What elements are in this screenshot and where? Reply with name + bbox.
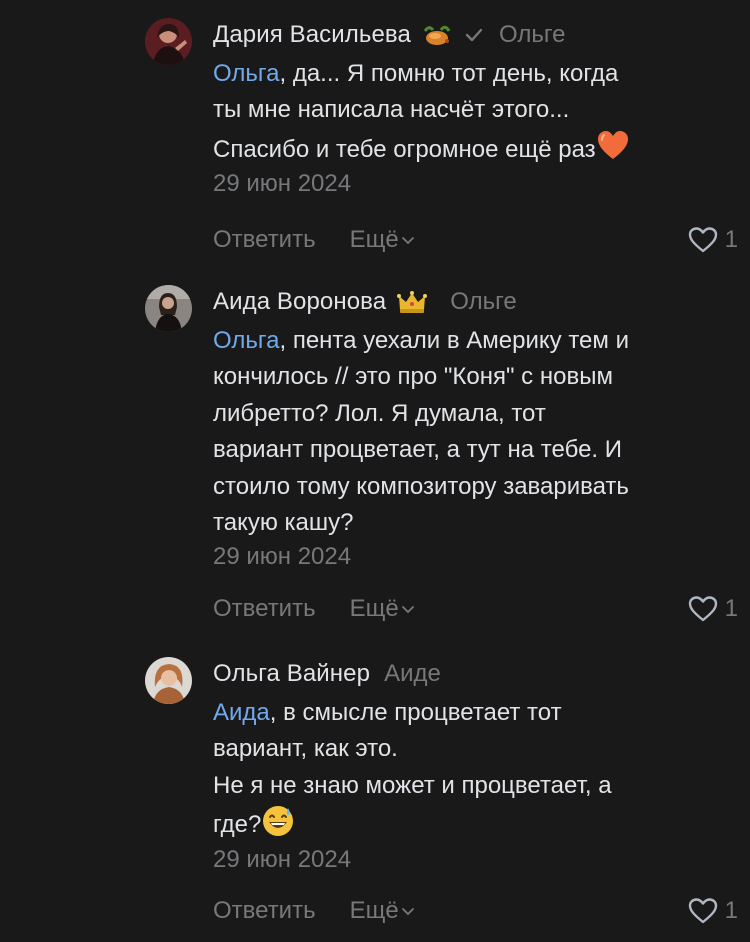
grinning-sweat-emoji <box>261 804 295 838</box>
mention-link[interactable]: Аида <box>213 699 270 726</box>
chevron-down-icon <box>401 237 414 245</box>
reply-button[interactable]: Ответить <box>213 226 316 254</box>
turkey-icon <box>421 21 453 49</box>
comment-date: 29 июн 2024 <box>213 170 352 198</box>
text-line: такую кашу? <box>213 509 354 537</box>
comment-date: 29 июн 2024 <box>213 543 352 571</box>
text-line: Не я не знаю может и процветает, а <box>213 771 612 799</box>
reply-to-link[interactable]: Ольге <box>450 288 516 316</box>
comment-text: Ольга, да... Я помню тот день, когда ты … <box>213 56 738 168</box>
comment-date: 29 июн 2024 <box>213 845 352 873</box>
chevron-down-icon <box>401 908 414 916</box>
comment-text: Ольга, пента уехали в Америку тем и конч… <box>213 323 738 541</box>
like-count: 1 <box>724 595 738 622</box>
text-line: вариант, как это. <box>213 735 398 763</box>
author-name[interactable]: Аида Воронова <box>213 288 386 316</box>
mention-link[interactable]: Ольга <box>213 327 279 354</box>
reply-arrow-icon <box>463 24 485 46</box>
like-button[interactable]: 1 <box>688 223 738 257</box>
orange-heart-emoji <box>596 129 630 163</box>
like-count: 1 <box>724 897 738 924</box>
reply-to-link[interactable]: Аиде <box>384 660 441 688</box>
heart-icon <box>688 596 717 622</box>
text-line: стоило тому композитору заваривать <box>213 472 629 500</box>
reply-button[interactable]: Ответить <box>213 595 316 623</box>
text-line: ты мне написала насчёт этого... <box>213 96 570 124</box>
comment-actions: Ответить Ещё 1 <box>213 592 738 626</box>
reply-button[interactable]: Ответить <box>213 897 316 925</box>
chevron-down-icon <box>401 606 414 614</box>
text-line: Спасибо и тебе огромное ещё раз <box>213 135 596 163</box>
more-button[interactable]: Ещё <box>350 595 415 623</box>
more-button[interactable]: Ещё <box>350 897 415 925</box>
text-line: либретто? Лол. Я думала, тот <box>213 399 546 427</box>
text-line: , да... Я помню тот день, когда <box>279 60 619 87</box>
like-button[interactable]: 1 <box>688 592 738 626</box>
avatar[interactable] <box>145 285 192 332</box>
author-name[interactable]: Ольга Вайнер <box>213 660 370 688</box>
heart-icon <box>688 227 717 253</box>
more-label: Ещё <box>349 595 399 622</box>
reply-to-link[interactable]: Ольге <box>499 21 565 49</box>
comments-list: Дария Васильева Ольге Ольга, да... Я пом… <box>0 0 750 942</box>
crown-icon <box>396 288 428 316</box>
comment-actions: Ответить Ещё 1 <box>213 223 738 257</box>
like-button[interactable]: 1 <box>688 894 738 928</box>
comment-actions: Ответить Ещё 1 <box>213 894 738 928</box>
text-line: где? <box>213 811 262 839</box>
more-label: Ещё <box>349 897 399 924</box>
avatar[interactable] <box>145 18 192 65</box>
author-name[interactable]: Дария Васильева <box>213 21 411 49</box>
text-line: , в смысле процветает тот <box>269 699 562 726</box>
heart-icon <box>688 898 717 924</box>
more-button[interactable]: Ещё <box>350 226 415 254</box>
mention-link[interactable]: Ольга <box>213 60 279 87</box>
text-line: вариант процветает, а тут на тебе. И <box>213 436 623 464</box>
avatar[interactable] <box>145 657 192 704</box>
like-count: 1 <box>724 226 738 253</box>
text-line: кончилось // это про "Коня" с новым <box>213 363 613 391</box>
comment-text: Аида, в смысле процветает тот вариант, к… <box>213 695 738 844</box>
text-line: , пента уехали в Америку тем и <box>279 327 629 354</box>
more-label: Ещё <box>349 226 399 253</box>
